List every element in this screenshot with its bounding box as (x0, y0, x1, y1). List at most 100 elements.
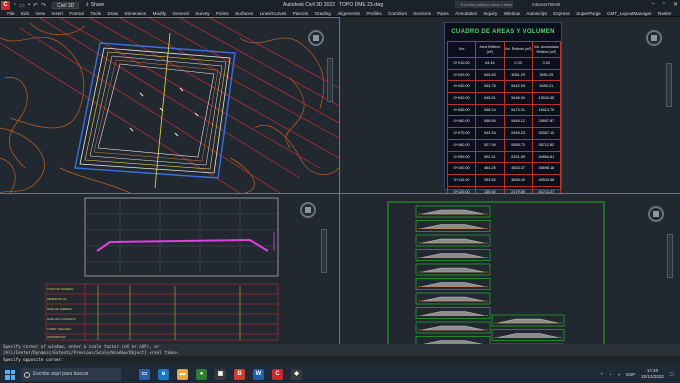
maximize-icon[interactable]: ▫ (663, 1, 665, 8)
app-icon[interactable]: ◆ (291, 369, 302, 380)
search-input[interactable]: Escriba palabra clave o frase (455, 1, 513, 8)
table-cell: 5442.93 (505, 81, 533, 93)
menu-express[interactable]: Express (550, 10, 573, 16)
menu-superpurge[interactable]: SuperPurge (573, 10, 604, 16)
new-icon[interactable]: ▫ (14, 2, 16, 9)
user-account[interactable]: mturner7WAB (532, 2, 560, 7)
file-name: TOPO DME 23.dwg (339, 2, 384, 8)
viewport-plan[interactable] (0, 17, 340, 194)
redo-icon[interactable]: ↷ (41, 2, 46, 9)
task-view-icon[interactable]: ▭ (139, 369, 150, 380)
menu-alignments[interactable]: Alignments (334, 10, 363, 16)
band-label-terreno: NIVEL DE TERRENO (47, 307, 72, 311)
viewport-sections[interactable] (340, 194, 680, 344)
windows-start-icon[interactable] (5, 369, 15, 380)
table-cell: 5473.31 (505, 104, 533, 116)
navigation-bar[interactable] (667, 234, 673, 278)
section-fill (421, 325, 485, 331)
viewport-divider-horizontal[interactable] (0, 193, 680, 194)
menu-window[interactable]: Window (501, 10, 524, 16)
edge-icon[interactable]: e (158, 369, 169, 380)
menu-grading[interactable]: Grading (311, 10, 334, 16)
close-icon[interactable]: ✕ (673, 1, 678, 8)
menu-cmt-layoutmanager[interactable]: CMT_LayoutManager (604, 10, 655, 16)
viewport-profile[interactable]: COTAS DE TERRENO PENDIENTE (%) NIVEL DE … (0, 194, 339, 344)
language-indicator[interactable]: ESP (626, 372, 635, 377)
windows-taskbar: Escribe aquí para buscar ▭ e ▬ ● ▣ B W C… (0, 366, 680, 383)
viewcube-icon[interactable] (308, 30, 324, 46)
plan-drawing (0, 18, 339, 193)
menu-survey[interactable]: Survey (192, 10, 213, 16)
navigation-bar[interactable] (666, 63, 672, 107)
table-cell: 0+080.00 (448, 139, 477, 151)
save-icon[interactable]: ▪ (28, 2, 30, 9)
menu-raster[interactable]: Raster (655, 10, 675, 16)
title-bar: C ▫ ▭ ▪ ↶ ↷ Civil 3D ⇪ Share Autodesk Ci… (0, 0, 680, 10)
table-cell: 24897.87 (538, 119, 555, 124)
word-icon[interactable]: W (253, 369, 264, 380)
menu-lines-curves[interactable]: Lines/Curves (256, 10, 289, 16)
menu-parcels[interactable]: Parcels (290, 10, 312, 16)
workspace-dropdown[interactable]: Civil 3D (52, 1, 80, 9)
menu-dimension[interactable]: Dimension (121, 10, 149, 16)
store-icon[interactable]: ▣ (215, 369, 226, 380)
viewcube-icon[interactable] (646, 30, 662, 46)
clock[interactable]: 17:40 22/12/2022 (641, 368, 664, 380)
menu-surfaces[interactable]: Surfaces (232, 10, 257, 16)
menu-edit[interactable]: Edit (18, 10, 32, 16)
viewport-divider-vertical[interactable] (339, 18, 340, 344)
section-fill (497, 318, 559, 324)
civil3d-logo-icon[interactable]: C (1, 0, 10, 10)
navigation-bar[interactable] (327, 58, 333, 102)
network-icon[interactable]: ◔ (609, 372, 612, 377)
navigation-bar[interactable] (321, 229, 327, 273)
menu-inquiry[interactable]: Inquiry (480, 10, 500, 16)
viewport-table[interactable]: CUADRO DE AREAS Y VOLUMEN Km Area Rellen… (340, 18, 680, 193)
minimize-icon[interactable]: – (651, 1, 654, 8)
table-cell: 0+070.00 (448, 128, 477, 139)
quick-access-toolbar: ▫ ▭ ▪ ↶ ↷ (14, 2, 46, 9)
open-icon[interactable]: ▭ (19, 2, 25, 9)
section-fill (421, 209, 485, 215)
table-cell: 5459.23 (505, 128, 533, 139)
menu-insert[interactable]: Insert (48, 10, 66, 16)
volume-icon[interactable]: ◖ (617, 372, 620, 377)
menu-modify[interactable]: Modify (149, 10, 169, 16)
header-vol-acum: Vol. Acumulado Relleno (m³) (533, 45, 559, 54)
band-label-cotas: COTAS DE TERRENO (47, 287, 73, 291)
band-label-rasante: NIVEL DE LA RASANTE (47, 317, 76, 321)
undo-icon[interactable]: ↶ (33, 2, 38, 9)
share-button[interactable]: ⇪ Share (85, 2, 104, 8)
profile-drawing: COTAS DE TERRENO PENDIENTE (%) NIVEL DE … (45, 197, 279, 341)
menu-pipes[interactable]: Pipes (434, 10, 452, 16)
menu-format[interactable]: Format (66, 10, 87, 16)
menu-annotation[interactable]: Annotation (452, 10, 480, 16)
command-input[interactable]: Specify opposite corner: (0, 356, 680, 363)
section-fill (421, 282, 485, 287)
tray-arrow-icon[interactable]: ^ (601, 372, 603, 377)
band-label-progresivas: PROGRESIVAS (47, 335, 66, 339)
notification-icon[interactable]: ▢ (670, 371, 674, 377)
table-cell: 0+020.00 (448, 69, 477, 81)
table-cell: 464.26 (476, 163, 505, 174)
chrome-icon[interactable]: ● (196, 369, 207, 380)
brave-icon[interactable]: B (234, 369, 245, 380)
table-cell: 0+060.00 (448, 116, 477, 128)
menu-profiles[interactable]: Profiles (363, 10, 385, 16)
menu-autoscript[interactable]: Autoscript (523, 10, 550, 16)
menu-corridors[interactable]: Corridors (385, 10, 410, 16)
menu-points[interactable]: Points (213, 10, 232, 16)
file-explorer-icon[interactable]: ▬ (177, 369, 188, 380)
taskbar-search[interactable]: Escribe aquí para buscar (21, 368, 121, 381)
civil3d-taskbar-icon[interactable]: C (272, 369, 283, 380)
header-vol: Vol. Relleno (m³) (505, 42, 533, 57)
table-cell: 30357.10 (538, 131, 555, 136)
menu-general[interactable]: General (169, 10, 192, 16)
menu-file[interactable]: File (4, 10, 18, 16)
menu-draw[interactable]: Draw (104, 10, 121, 16)
menu-view[interactable]: View (32, 10, 48, 16)
viewcube-icon[interactable] (648, 206, 664, 222)
menu-tools[interactable]: Tools (87, 10, 104, 16)
viewcube-icon[interactable] (300, 202, 316, 218)
menu-sections[interactable]: Sections (410, 10, 434, 16)
